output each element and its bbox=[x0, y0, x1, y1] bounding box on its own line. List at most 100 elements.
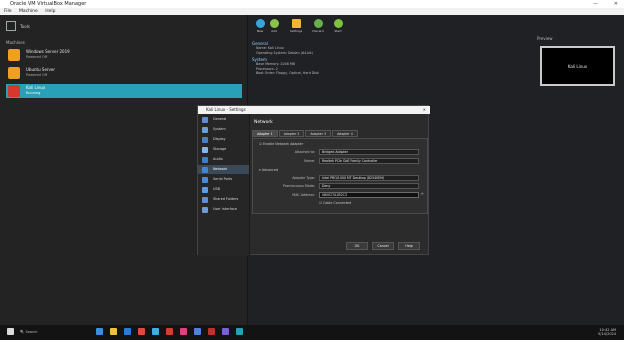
name-label: Name: bbox=[255, 159, 315, 165]
nav-usb[interactable]: USB bbox=[198, 185, 249, 194]
discard-button[interactable]: Discard bbox=[310, 19, 326, 33]
menu-file[interactable]: File bbox=[4, 9, 12, 14]
taskbar-app-icon[interactable] bbox=[124, 328, 131, 335]
details-row: Operating System: Debian (64-bit) bbox=[256, 50, 313, 55]
window-title: Oracle VM VirtualBox Manager bbox=[10, 1, 87, 7]
vm-state: Powered Off bbox=[26, 73, 48, 77]
nav-label: Audio bbox=[213, 157, 223, 161]
attached-to-select[interactable]: Bridged Adapter bbox=[319, 149, 419, 155]
field-label: Promiscuous Mode: bbox=[283, 184, 315, 188]
taskbar-app-icon[interactable] bbox=[166, 328, 173, 335]
taskbar-app-icon[interactable] bbox=[110, 328, 117, 335]
taskbar-search[interactable]: 🔍 Search bbox=[20, 328, 68, 336]
taskbar-app-icon[interactable] bbox=[138, 328, 145, 335]
cable-connected-checkbox[interactable]: ☑ Cable Connected bbox=[319, 201, 351, 205]
gear-icon bbox=[291, 19, 301, 28]
taskbar: 🔍 Search 10:42 AM 5/14/2024 bbox=[0, 325, 624, 340]
tools-icon bbox=[6, 21, 16, 31]
taskbar-app-icon[interactable] bbox=[96, 328, 103, 335]
taskbar-app-icon[interactable] bbox=[194, 328, 201, 335]
new-icon bbox=[255, 19, 265, 28]
attached-to-label: Attached to: bbox=[255, 150, 315, 156]
adapter-type-select[interactable]: Intel PRO/1000 MT Desktop (82540EM) bbox=[319, 175, 419, 181]
menu-bar: File Machine Help bbox=[0, 8, 624, 15]
start-button[interactable]: Start bbox=[330, 19, 346, 33]
general-icon bbox=[202, 116, 208, 123]
minimize-button[interactable]: — bbox=[593, 0, 598, 8]
adapter-tabs: Adapter 1 Adapter 2 Adapter 3 Adapter 4 bbox=[252, 130, 359, 138]
settings-dialog: Kali Linux - Settings ✕ General System D… bbox=[197, 105, 430, 256]
settings-content: Network Adapter 1 Adapter 2 Adapter 3 Adapt… bbox=[250, 114, 430, 256]
nav-serial-ports[interactable]: Serial Ports bbox=[198, 175, 249, 184]
cancel-button[interactable]: Cancel bbox=[372, 242, 394, 250]
discard-icon bbox=[313, 19, 323, 28]
nav-label: Display bbox=[213, 137, 226, 141]
virtualbox-taskbar-icon[interactable] bbox=[236, 328, 243, 335]
system-clock[interactable]: 10:42 AM 5/14/2024 bbox=[598, 328, 616, 336]
help-button[interactable]: Help bbox=[398, 242, 420, 250]
preview-text: Kali Linux bbox=[567, 64, 588, 69]
mac-address-input[interactable]: 080027A1B2C3 bbox=[319, 192, 419, 198]
vm-list-header: Machines bbox=[6, 40, 25, 45]
virtualbox-manager: Tools Machines Windows Server 2019 Power… bbox=[0, 15, 624, 325]
add-button[interactable]: Add bbox=[266, 19, 282, 33]
toolbar-label: Add bbox=[271, 29, 277, 33]
start-icon[interactable] bbox=[7, 328, 14, 335]
checkbox-label: Cable Connected bbox=[323, 201, 352, 205]
field-label: Adapter Type: bbox=[292, 176, 315, 180]
adapter-name-select[interactable]: Realtek PCIe GbE Family Controller bbox=[319, 158, 419, 164]
nav-label: General bbox=[213, 117, 227, 121]
details-row: Boot Order: Floppy, Optical, Hard Disk bbox=[256, 71, 319, 75]
nav-audio[interactable]: Audio bbox=[198, 155, 249, 164]
vm-item[interactable]: Windows Server 2019 Powered Off bbox=[6, 48, 242, 62]
nav-network[interactable]: Network bbox=[198, 165, 249, 174]
vm-item-selected[interactable]: Kali Linux Running bbox=[6, 84, 242, 98]
field-label: Attached to: bbox=[294, 150, 315, 154]
clock-date: 5/14/2024 bbox=[598, 332, 616, 336]
nav-user-interface[interactable]: User Interface bbox=[198, 205, 249, 214]
dialog-close-button[interactable]: ✕ bbox=[423, 106, 426, 114]
toolbar-label: Discard bbox=[312, 29, 324, 33]
ok-button[interactable]: OK bbox=[346, 242, 368, 250]
enable-adapter-checkbox[interactable]: ☑ Enable Network Adapter bbox=[259, 142, 303, 146]
usb-icon bbox=[202, 186, 208, 193]
tab-adapter-4[interactable]: Adapter 4 bbox=[332, 130, 358, 137]
adapter-panel: ☑ Enable Network Adapter Attached to: Br… bbox=[252, 138, 428, 214]
vm-name: Ubuntu Server bbox=[26, 67, 56, 72]
taskbar-app-icon[interactable] bbox=[180, 328, 187, 335]
nav-display[interactable]: Display bbox=[198, 135, 249, 144]
tools-item[interactable]: Tools bbox=[6, 21, 46, 37]
nav-storage[interactable]: Storage bbox=[198, 145, 249, 154]
menu-machine[interactable]: Machine bbox=[19, 9, 38, 14]
nav-shared-folders[interactable]: Shared Folders bbox=[198, 195, 249, 204]
vm-name: Kali Linux bbox=[26, 85, 46, 90]
folder-icon bbox=[202, 196, 208, 203]
nav-label: Storage bbox=[213, 147, 227, 151]
dialog-title-bar: Kali Linux - Settings ✕ bbox=[198, 106, 430, 114]
vm-item[interactable]: Ubuntu Server Powered Off bbox=[6, 66, 242, 80]
page-title: Network bbox=[254, 120, 273, 125]
nav-system[interactable]: System bbox=[198, 125, 249, 134]
serial-port-icon bbox=[202, 176, 208, 183]
audio-icon bbox=[202, 156, 208, 163]
menu-help[interactable]: Help bbox=[45, 9, 55, 14]
tab-adapter-3[interactable]: Adapter 3 bbox=[305, 130, 332, 137]
taskbar-app-icon[interactable] bbox=[222, 328, 229, 335]
advanced-label: Advanced bbox=[261, 168, 278, 172]
vm-os-icon bbox=[8, 67, 20, 79]
close-button[interactable]: ✕ bbox=[614, 0, 618, 8]
tab-adapter-1[interactable]: Adapter 1 bbox=[252, 130, 278, 137]
preview-header[interactable]: Preview bbox=[537, 36, 553, 41]
vm-preview: Kali Linux bbox=[540, 46, 615, 86]
refresh-mac-icon[interactable]: ⟳ bbox=[421, 192, 427, 198]
nav-label: User Interface bbox=[213, 207, 237, 211]
settings-button[interactable]: Settings bbox=[288, 19, 304, 33]
mac-address-label: MAC Address: bbox=[255, 193, 315, 199]
tab-adapter-2[interactable]: Adapter 2 bbox=[278, 130, 305, 137]
taskbar-app-icon[interactable] bbox=[208, 328, 215, 335]
promiscuous-mode-label: Promiscuous Mode: bbox=[255, 184, 315, 190]
promiscuous-mode-select[interactable]: Deny bbox=[319, 183, 419, 189]
nav-general[interactable]: General bbox=[198, 115, 249, 124]
advanced-toggle[interactable]: ▾ Advanced bbox=[259, 168, 278, 172]
taskbar-app-icon[interactable] bbox=[152, 328, 159, 335]
